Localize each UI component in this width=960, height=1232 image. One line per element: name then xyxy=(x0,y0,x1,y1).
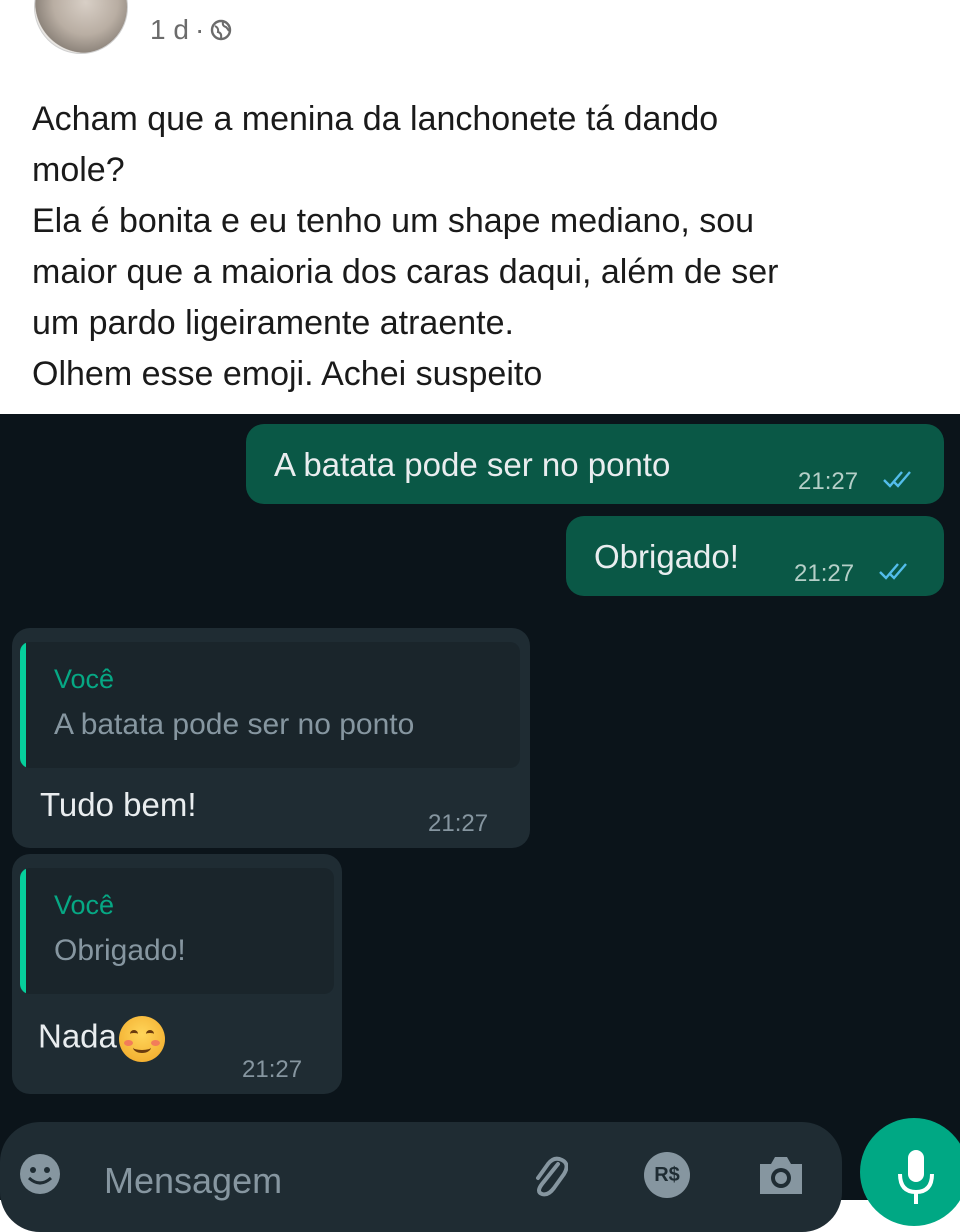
post-line: Olhem esse emoji. Achei suspeito xyxy=(32,355,543,393)
quote-text: A batata pode ser no ponto xyxy=(54,708,415,741)
post-line: maior que a maioria dos caras daqui, alé… xyxy=(32,253,779,291)
quote-author: Você xyxy=(54,890,115,920)
currency-label: R$ xyxy=(654,1164,680,1186)
quoted-message[interactable]: Você Obrigado! xyxy=(20,868,334,994)
mic-button[interactable] xyxy=(860,1118,960,1226)
post-line: um pardo ligeiramente atraente. xyxy=(32,304,514,342)
incoming-message[interactable]: Você A batata pode ser no ponto Tudo bem… xyxy=(12,628,530,848)
post-line: Acham que a menina da lanchonete tá dand… xyxy=(32,100,719,138)
quote-author: Você xyxy=(54,664,115,694)
incoming-message[interactable]: Você Obrigado! Nada 21:27 xyxy=(12,854,342,1094)
read-ticks-icon xyxy=(879,563,907,580)
facebook-post: 1 d · Acham que a menina da lanchonete t… xyxy=(0,0,960,414)
post-line: Ela é bonita e eu tenho um shape mediano… xyxy=(32,202,755,240)
outgoing-message[interactable]: A batata pode ser no ponto 21:27 xyxy=(246,424,944,504)
message-text: Obrigado! xyxy=(594,538,739,575)
attach-icon[interactable] xyxy=(528,1150,568,1198)
message-text: A batata pode ser no ponto xyxy=(274,446,671,483)
chat-screenshot: A batata pode ser no ponto 21:27 Obrigad… xyxy=(0,414,960,1200)
message-time: 21:27 xyxy=(798,468,859,495)
smiling-blush-emoji xyxy=(118,1016,165,1062)
quote-bar xyxy=(20,642,26,768)
message-text: Nada xyxy=(38,1016,165,1062)
meta-separator: · xyxy=(194,14,205,45)
post-meta: 1 d · xyxy=(150,14,232,46)
outgoing-message[interactable]: Obrigado! 21:27 xyxy=(566,516,944,596)
currency-icon[interactable]: R$ xyxy=(644,1152,690,1198)
quote-text: Obrigado! xyxy=(54,934,186,967)
mic-icon xyxy=(898,1150,934,1204)
message-text: Tudo bem! xyxy=(40,786,197,823)
quote-bar xyxy=(20,868,26,994)
message-time: 21:27 xyxy=(242,1056,303,1083)
camera-icon[interactable] xyxy=(756,1152,806,1196)
avatar[interactable] xyxy=(34,0,128,54)
message-time: 21:27 xyxy=(428,810,489,837)
emoji-icon[interactable] xyxy=(18,1152,62,1196)
post-text: Acham que a menina da lanchonete tá dand… xyxy=(32,94,922,400)
quoted-message[interactable]: Você A batata pode ser no ponto xyxy=(20,642,520,768)
message-input[interactable]: Mensagem xyxy=(104,1160,282,1202)
post-time: 1 d xyxy=(150,14,189,45)
globe-icon xyxy=(211,19,232,41)
message-time: 21:27 xyxy=(794,560,855,587)
read-ticks-icon xyxy=(883,471,911,488)
post-line: mole? xyxy=(32,151,125,189)
message-word: Nada xyxy=(38,1017,117,1055)
